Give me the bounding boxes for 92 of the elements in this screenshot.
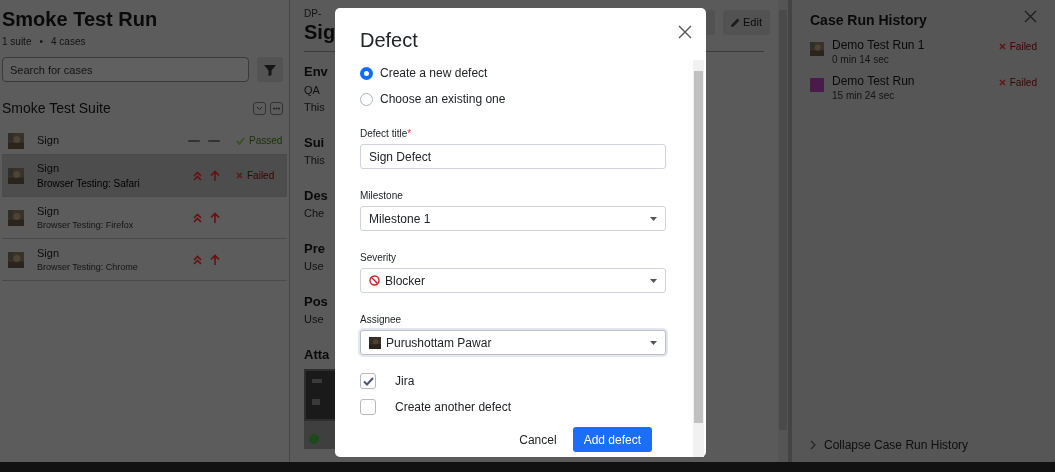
scrollbar[interactable] [778, 0, 788, 462]
avatar [8, 167, 24, 184]
checkbox-label: Jira [395, 373, 415, 390]
section-text: Use [304, 312, 324, 328]
required-mark: * [407, 128, 412, 139]
radio-button[interactable] [360, 66, 373, 80]
field-label: Milestone [360, 190, 404, 202]
checkbox-label: Create another defect [395, 399, 512, 416]
more-button[interactable] [270, 102, 283, 115]
radio-button[interactable] [360, 92, 373, 106]
history-run-name: Demo Test Run [832, 75, 916, 89]
chevron-right-icon [810, 440, 816, 450]
arrow-up-icon [210, 170, 220, 181]
radio-option[interactable]: Create a new defect [360, 60, 667, 86]
section-heading: Des [304, 186, 328, 205]
double-chevron-up-icon [193, 212, 202, 223]
case-name: Sign [37, 133, 61, 149]
status-label: Failed [1009, 76, 1037, 91]
case-key: DP- [304, 6, 336, 21]
radio-option[interactable]: Choose an existing one [360, 86, 667, 112]
check-icon [236, 136, 245, 145]
history-run-name: Demo Test Run 1 [832, 39, 926, 53]
x-icon [998, 43, 1006, 50]
caret-down-icon [650, 216, 657, 221]
avatar [369, 336, 381, 349]
x-icon [998, 79, 1006, 87]
case-count: 4 cases [51, 35, 86, 49]
suite-title: Smoke Test Suite [2, 99, 111, 118]
avatar [8, 132, 24, 149]
avatar [810, 42, 824, 56]
field-label: Defect title* [360, 128, 413, 140]
checkbox-option[interactable]: Create another defect [360, 394, 667, 420]
check-icon [362, 376, 374, 386]
select-field[interactable]: Blocker [360, 268, 666, 293]
modal-title: Defect [360, 28, 418, 52]
cancel-button[interactable]: Cancel [519, 430, 557, 449]
case-detail: Browser Testing: Safari [37, 177, 141, 192]
section-heading: Env [304, 63, 328, 81]
case-name: Sign [37, 245, 61, 261]
arrow-up-icon [210, 254, 220, 265]
checkbox[interactable] [360, 399, 376, 415]
radio-label: Choose an existing one [380, 91, 506, 108]
close-icon[interactable] [678, 25, 692, 39]
section-text: Use [304, 259, 324, 275]
case-name: Sign [37, 160, 61, 176]
filter-icon [264, 63, 276, 76]
section-heading: Atta [304, 346, 330, 365]
pencil-icon [731, 18, 741, 27]
add-defect-button[interactable]: Add defect [572, 427, 652, 452]
status-label: Failed [1009, 40, 1037, 54]
avatar [8, 209, 24, 226]
radio-label: Create a new defect [380, 65, 488, 82]
section-text: Che [304, 206, 325, 222]
field-label: Assignee [360, 314, 403, 326]
case-name: Sign [37, 203, 61, 219]
status-label: Passed [249, 134, 283, 148]
case-detail: Browser Testing: Firefox [37, 219, 135, 232]
search-field[interactable]: Search for cases [2, 57, 249, 82]
field-label: Severity [360, 252, 398, 264]
section-text: This [304, 153, 325, 169]
section-heading: Sui [304, 133, 325, 152]
arrow-up-icon [210, 212, 220, 223]
checkbox-option[interactable]: Jira [360, 368, 667, 394]
case-detail: Browser Testing: Chrome [37, 261, 139, 274]
blocked-icon [369, 275, 380, 286]
collapse-button[interactable] [253, 102, 266, 115]
panel-title: Case Run History [810, 11, 927, 30]
section-text: QA [304, 82, 320, 98]
avatar [8, 251, 24, 268]
double-chevron-up-icon [193, 254, 202, 265]
section-text: This [304, 100, 325, 116]
section-heading: Pos [304, 292, 328, 311]
avatar [810, 78, 824, 93]
input-field[interactable]: Sign Defect [360, 144, 666, 169]
run-title: Smoke Test Run [2, 8, 159, 30]
caret-down-icon [650, 278, 657, 283]
x-icon [236, 172, 243, 179]
select-field[interactable]: Milestone 1 [360, 206, 666, 231]
double-chevron-up-icon [193, 170, 202, 181]
caret-down-icon [650, 340, 657, 345]
select-field[interactable]: Purushottam Pawar [360, 330, 666, 355]
scrollbar[interactable] [693, 60, 704, 457]
separator-dot: • [39, 35, 43, 49]
chevron-down-icon [256, 106, 263, 111]
scrollbar-thumb[interactable] [694, 71, 703, 423]
suite-count: 1 suite [2, 35, 32, 49]
filter-button[interactable] [257, 57, 283, 82]
case-title: Sig [304, 21, 336, 43]
checkbox[interactable] [360, 373, 376, 389]
section-heading: Pre [304, 239, 325, 258]
more-icon [273, 107, 280, 110]
status-label: Failed [247, 169, 275, 183]
